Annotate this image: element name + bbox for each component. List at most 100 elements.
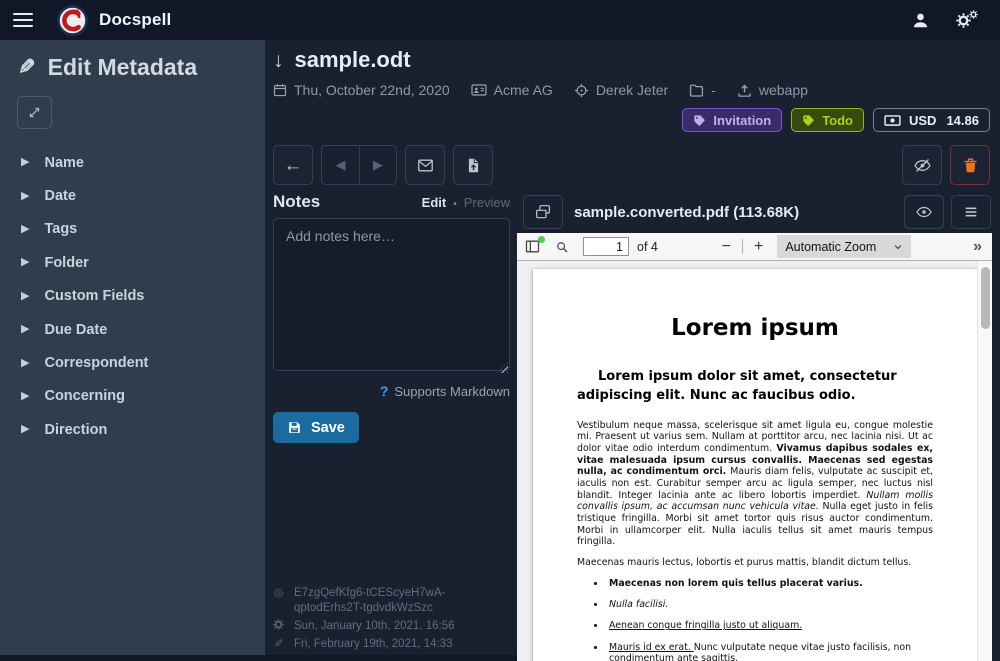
add-files-button[interactable] bbox=[453, 145, 493, 185]
chevron-down-icon bbox=[893, 242, 903, 252]
tag-todo[interactable]: Todo bbox=[791, 108, 864, 132]
item-toolbar: ← ◀ ▶ bbox=[273, 145, 990, 185]
docspell-logo-icon bbox=[57, 5, 88, 36]
caret-right-icon: ▶ bbox=[373, 157, 383, 173]
prev-item-button[interactable]: ◀ bbox=[322, 146, 359, 184]
caret-right-icon: ▶ bbox=[21, 324, 29, 335]
eye-icon bbox=[916, 204, 932, 220]
markdown-hint[interactable]: ?Supports Markdown bbox=[273, 383, 510, 399]
brand-name: Docspell bbox=[99, 10, 171, 30]
custom-field-amount[interactable]: USD 14.86 bbox=[873, 108, 990, 132]
upload-icon bbox=[737, 83, 752, 98]
delete-button[interactable] bbox=[950, 145, 990, 185]
caret-right-icon: ▶ bbox=[21, 291, 29, 302]
page-number-input[interactable] bbox=[583, 237, 629, 256]
sidebar-item-due-date[interactable]: ▶Due Date bbox=[0, 313, 265, 346]
pdf-scrollbar-thumb[interactable] bbox=[981, 267, 990, 329]
sidebar-title-label: Edit Metadata bbox=[48, 54, 198, 81]
page-count-label: of 4 bbox=[637, 240, 658, 254]
item-id-row: ◎ E7zgQefKfg6-tCEScyeH7wA-qptodErhs2T-tg… bbox=[272, 586, 514, 616]
item-date: Thu, October 22nd, 2020 bbox=[273, 82, 450, 98]
item-folder[interactable]: - bbox=[689, 82, 716, 98]
pdf-bullet-list: Maecenas non lorem quis tellus placerat … bbox=[577, 578, 933, 661]
top-navbar: Docspell bbox=[0, 0, 1000, 40]
bottom-strip bbox=[0, 655, 517, 661]
sidebar-item-concerning[interactable]: ▶Concerning bbox=[0, 380, 265, 413]
calendar-icon bbox=[273, 83, 287, 97]
tag-icon bbox=[802, 114, 815, 127]
sidebar-item-name[interactable]: ▶Name bbox=[0, 146, 265, 179]
notes-preview-link[interactable]: Preview bbox=[464, 195, 510, 210]
tags-row: Invitation Todo USD 14.86 bbox=[682, 108, 990, 132]
money-bill-icon bbox=[884, 112, 901, 129]
sidebar-item-date[interactable]: ▶Date bbox=[0, 179, 265, 212]
toolbar-more-button[interactable]: » bbox=[973, 238, 985, 256]
trash-icon bbox=[962, 157, 979, 174]
document-meta-row: Thu, October 22nd, 2020 Acme AG Derek Je… bbox=[273, 82, 808, 98]
pdf-paragraph-1: Vestibulum neque massa, scelerisque sit … bbox=[577, 420, 933, 548]
save-icon bbox=[287, 420, 302, 435]
send-mail-button[interactable] bbox=[405, 145, 445, 185]
sidebar-item-tags[interactable]: ▶Tags bbox=[0, 213, 265, 246]
zoom-in-button[interactable]: + bbox=[752, 238, 765, 256]
notes-section: Notes Edit • Preview ?Supports Markdown … bbox=[273, 192, 510, 443]
sidebar-item-direction[interactable]: ▶Direction bbox=[0, 413, 265, 446]
arrow-left-icon: ← bbox=[284, 156, 303, 175]
sidebar-item-folder[interactable]: ▶Folder bbox=[0, 246, 265, 279]
menu-icon[interactable] bbox=[13, 9, 33, 30]
attachment-view-button[interactable] bbox=[904, 195, 944, 229]
bars-icon bbox=[963, 204, 979, 220]
zoom-select[interactable]: Automatic Zoom bbox=[777, 235, 911, 258]
notes-title: Notes bbox=[273, 192, 320, 212]
prev-next-group: ◀ ▶ bbox=[321, 145, 397, 185]
eye-slash-icon bbox=[914, 157, 931, 174]
pdf-viewer: Lorem ipsum Lorem ipsum dolor sit amet, … bbox=[517, 261, 992, 661]
caret-right-icon: ▶ bbox=[21, 157, 29, 168]
attachment-header: sample.converted.pdf (113.68K) bbox=[517, 192, 1000, 232]
notes-input[interactable] bbox=[273, 218, 510, 371]
pencil-icon: ✎ bbox=[18, 55, 36, 80]
save-button[interactable]: Save bbox=[273, 412, 359, 443]
zoom-out-button[interactable]: − bbox=[720, 238, 733, 256]
envelope-icon bbox=[417, 157, 434, 174]
item-source: webapp bbox=[737, 82, 808, 98]
attachment-menu-button[interactable] bbox=[951, 195, 991, 229]
pdf-scrollbar-track[interactable] bbox=[977, 261, 992, 661]
item-id: E7zgQefKfg6-tCEScyeH7wA-qptodErhs2T-tgdv… bbox=[294, 586, 514, 616]
bullseye-icon: ◎ bbox=[272, 586, 285, 616]
list-item: Mauris id ex erat. Nunc vulputate neque … bbox=[606, 642, 933, 661]
id-card-icon bbox=[471, 82, 487, 98]
item-correspondent[interactable]: Acme AG bbox=[471, 82, 553, 98]
notes-edit-link[interactable]: Edit bbox=[422, 195, 447, 210]
item-concerning[interactable]: Derek Jeter bbox=[574, 82, 668, 98]
list-item: Nulla facilisi. bbox=[606, 599, 933, 611]
updated-row: ✎ Fri, February 19th, 2021, 14:33 bbox=[272, 637, 514, 652]
cogs-icon[interactable] bbox=[956, 10, 978, 30]
sidebar-title: ✎ Edit Metadata bbox=[0, 40, 265, 81]
notification-dot bbox=[538, 236, 545, 243]
tag-invitation[interactable]: Invitation bbox=[682, 108, 782, 132]
unconfirm-button[interactable] bbox=[902, 145, 942, 185]
user-icon[interactable] bbox=[911, 11, 930, 30]
back-button[interactable]: ← bbox=[273, 145, 313, 185]
pdf-sidebar-toggle-button[interactable] bbox=[524, 238, 542, 256]
pdf-paragraph-2: Maecenas mauris lectus, lobortis et puru… bbox=[577, 557, 933, 569]
zoom-select-value: Automatic Zoom bbox=[785, 240, 876, 254]
list-item: Aenean congue fringilla justo ut aliquam… bbox=[606, 620, 933, 632]
sidebar-item-correspondent[interactable]: ▶Correspondent bbox=[0, 346, 265, 379]
gear-icon bbox=[272, 619, 285, 634]
sidebar-item-custom-fields[interactable]: ▶Custom Fields bbox=[0, 280, 265, 313]
pdf-heading: Lorem ipsum bbox=[577, 315, 933, 341]
pencil-icon: ✎ bbox=[272, 637, 285, 652]
search-icon[interactable] bbox=[555, 240, 569, 254]
created-date: Sun, January 10th, 2021, 16:56 bbox=[294, 619, 454, 634]
attachment-source-button[interactable] bbox=[523, 195, 563, 229]
created-row: Sun, January 10th, 2021, 16:56 bbox=[272, 619, 514, 634]
list-item: Maecenas non lorem quis tellus placerat … bbox=[606, 578, 933, 590]
edit-metadata-sidebar: ✎ Edit Metadata ▶Name ▶Date ▶Tags ▶Folde… bbox=[0, 40, 265, 655]
caret-left-icon: ◀ bbox=[336, 157, 346, 173]
expand-sidebar-button[interactable] bbox=[17, 96, 52, 129]
next-item-button[interactable]: ▶ bbox=[359, 146, 396, 184]
attachment-title: sample.converted.pdf (113.68K) bbox=[574, 204, 799, 221]
caret-right-icon: ▶ bbox=[21, 358, 29, 369]
